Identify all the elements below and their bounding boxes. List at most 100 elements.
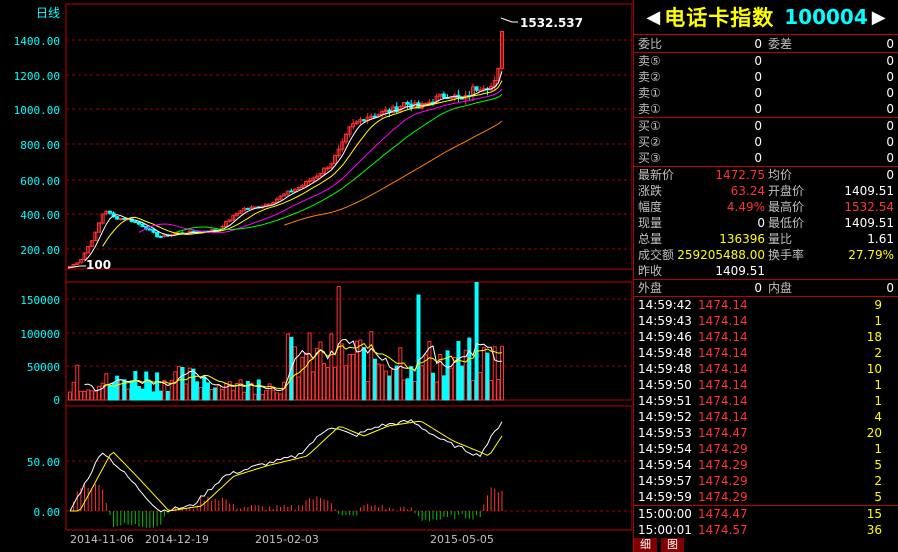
commission-ratio-value: 0 xyxy=(754,37,762,51)
trade-volume: 36 xyxy=(866,523,882,537)
stock-name: 电话卡指数 xyxy=(664,6,775,30)
volume-bar xyxy=(133,370,138,401)
volume-bar xyxy=(166,390,171,401)
volume-bar xyxy=(126,388,131,401)
volume-bar xyxy=(380,364,385,401)
candle-body xyxy=(155,231,160,238)
ask-label: 卖② xyxy=(638,70,661,84)
volume-axis-label: 100000 xyxy=(20,328,60,341)
trade-time: 14:59:43 xyxy=(638,314,692,328)
candle-body xyxy=(122,217,127,221)
ask-price: 0 xyxy=(754,54,762,68)
trade-price: 1474.47 xyxy=(698,426,748,440)
volume-bar xyxy=(136,386,141,401)
amount-value: 259205488.00 xyxy=(677,248,765,262)
change-label: 涨跌 xyxy=(638,184,663,198)
trade-price: 1474.14 xyxy=(698,346,748,360)
volume-bar xyxy=(434,381,439,401)
ask-volume: 0 xyxy=(886,54,894,68)
trade-time: 14:59:42 xyxy=(638,298,692,312)
volume-bar xyxy=(118,379,123,401)
bid-row: 买① 0 0 xyxy=(634,118,898,134)
trade-volume: 20 xyxy=(866,426,882,440)
tab-detail[interactable]: 细 xyxy=(634,538,657,552)
volume-bar xyxy=(351,353,356,401)
bid-volume: 0 xyxy=(886,135,894,149)
volume-bar xyxy=(89,390,94,401)
prev-stock-arrow-icon[interactable]: ◀ xyxy=(646,7,660,28)
candlesticks xyxy=(68,30,504,268)
volume-bar xyxy=(329,333,334,401)
ask-row: 卖① 0 0 xyxy=(634,85,898,101)
trade-volume: 10 xyxy=(866,362,882,376)
turnover-value: 27.79% xyxy=(848,248,894,262)
trade-price: 1474.14 xyxy=(698,314,748,328)
bid-label: 买① xyxy=(638,119,661,133)
trade-row: 14:59:54 1474.29 5 xyxy=(634,457,898,473)
volume-bar xyxy=(387,375,392,401)
volume-bar xyxy=(191,368,196,401)
volume-bar xyxy=(75,364,80,401)
kline-chart-area[interactable]: 日线 1400.00 1200.00 1000.00 800.00 600.00… xyxy=(0,0,632,552)
volume-bars xyxy=(68,281,504,401)
ask-volume: 0 xyxy=(886,70,894,84)
low-price-value: 1409.51 xyxy=(844,216,894,230)
trade-row: 14:59:59 1474.29 5 xyxy=(634,489,898,505)
trade-time: 14:59:54 xyxy=(638,442,692,456)
candle-body xyxy=(405,102,410,105)
trade-price: 1474.14 xyxy=(698,378,748,392)
trade-price: 1474.14 xyxy=(698,394,748,408)
grid-lines xyxy=(66,39,632,512)
price-axis-label: 600.00 xyxy=(20,175,60,188)
trade-volume: 4 xyxy=(874,410,882,424)
trade-row: 15:00:00 1474.47 15 xyxy=(634,505,898,522)
outer-volume-value: 0 xyxy=(754,281,762,295)
commission-diff-value: 0 xyxy=(886,37,894,51)
volume-bar xyxy=(474,281,479,401)
volume-bar xyxy=(307,332,312,401)
volume-bar xyxy=(104,373,109,401)
stock-code: 100004 xyxy=(784,5,868,29)
volume-bar xyxy=(231,389,236,401)
turnover-label: 换手率 xyxy=(768,248,805,262)
candle-body xyxy=(474,86,479,91)
trade-ticker-list[interactable]: 14:59:42 1474.14 9 14:59:43 1474.14 1 14:59:46… xyxy=(634,297,898,538)
volume-bar xyxy=(78,390,83,401)
trade-time: 14:59:46 xyxy=(638,330,692,344)
panel-tabs: 细 图 xyxy=(634,538,684,552)
commission-diff-label: 委差 xyxy=(768,37,793,51)
trade-time: 15:00:00 xyxy=(638,507,692,521)
trade-row: 14:59:51 1474.14 1 xyxy=(634,393,898,409)
volume-bar xyxy=(82,390,87,401)
price-axis-label: 400.00 xyxy=(20,209,60,222)
volume-bar xyxy=(343,365,348,401)
amount-label: 成交额 xyxy=(638,248,675,262)
volume-bar xyxy=(195,381,200,401)
candle-body xyxy=(441,93,446,99)
moving-average-line xyxy=(138,88,503,234)
moving-average-line xyxy=(175,94,503,234)
current-volume-value: 0 xyxy=(757,216,765,230)
avg-price-value: 0 xyxy=(886,168,894,182)
trade-price: 1474.29 xyxy=(698,490,748,504)
date-axis-label: 2015-02-03 xyxy=(255,533,319,546)
bid-price: 0 xyxy=(754,135,762,149)
volume-bar xyxy=(285,333,290,401)
volume-bar xyxy=(86,389,91,401)
trade-price: 1474.47 xyxy=(698,507,748,521)
price-axis-label: 1400.00 xyxy=(14,35,60,48)
trade-price: 1474.57 xyxy=(698,523,748,537)
tab-chart[interactable]: 图 xyxy=(661,538,684,552)
volume-ratio-label: 量比 xyxy=(768,232,793,246)
bid-label: 买③ xyxy=(638,151,661,165)
low-price-label: 100 xyxy=(86,258,111,272)
volume-bar xyxy=(68,391,72,401)
volume-bar xyxy=(224,383,229,401)
trade-volume: 5 xyxy=(874,490,882,504)
next-stock-arrow-icon[interactable]: ▶ xyxy=(872,7,886,28)
trade-price: 1474.14 xyxy=(698,330,748,344)
candle-body xyxy=(115,216,120,220)
trade-row: 14:59:46 1474.14 18 xyxy=(634,329,898,345)
trade-volume: 2 xyxy=(874,346,882,360)
chart-canvas[interactable]: 日线 1400.00 1200.00 1000.00 800.00 600.00… xyxy=(0,0,632,552)
